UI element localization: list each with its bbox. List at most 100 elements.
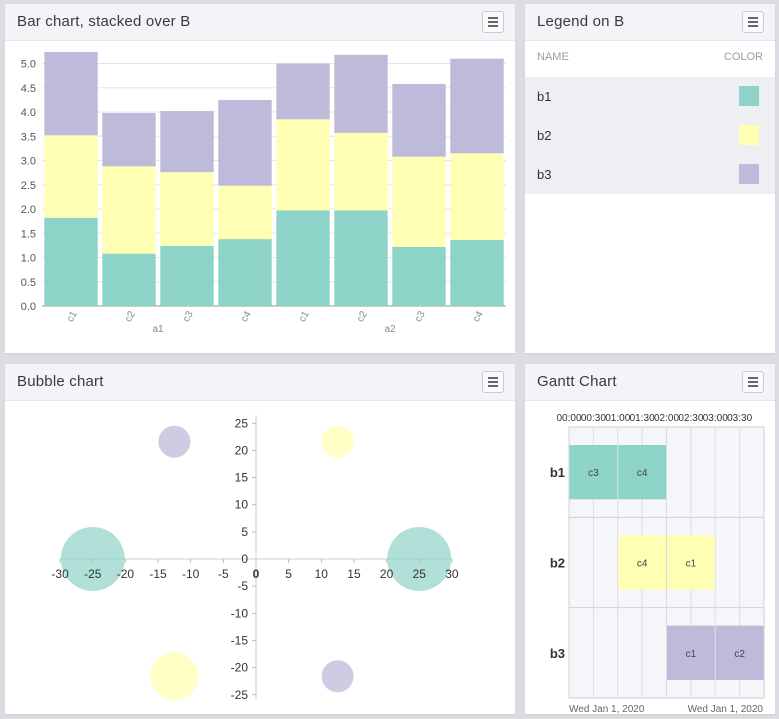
- bubble-x-tick-label: 25: [413, 567, 427, 581]
- bar-y-tick-label: 3.5: [21, 131, 36, 143]
- bubble-chart-body: -30 -25 -20 -15 -10 -5 0 5 10 15 20 25 30 25 20 15 10 5 0-…: [5, 401, 515, 714]
- bubble-y-tick-label: 25: [235, 416, 249, 430]
- bubble-x-tick-label: 0: [253, 567, 260, 581]
- bubble-x-tick-label: -10: [182, 567, 200, 581]
- legend-swatch: [739, 125, 759, 145]
- bar-x-tick-label: c3: [181, 309, 196, 324]
- legend-swatch: [739, 164, 759, 184]
- bar-y-tick-label: 4.0: [21, 107, 36, 119]
- bar-segment-b3: [218, 99, 272, 186]
- bar-y-tick-label: 3.0: [21, 156, 36, 168]
- bubble-x-tick-label: -25: [84, 567, 102, 581]
- legend-header: Legend on B: [525, 4, 775, 41]
- gantt-row-label: b2: [550, 556, 565, 571]
- bubble-y-tick-label: -20: [231, 661, 249, 675]
- bar-segment-b1: [334, 210, 388, 306]
- bubble-chart-title: Bubble chart: [17, 373, 104, 390]
- bar-y-tick-label: 1.0: [21, 253, 36, 265]
- bar-x-tick-label: c4: [471, 309, 486, 324]
- legend-menu-icon[interactable]: [742, 11, 764, 33]
- bar-segment-b3: [450, 58, 504, 154]
- legend-swatch: [739, 86, 759, 106]
- bar-segment-b1: [160, 245, 214, 306]
- gantt-task-label: c1: [686, 649, 697, 660]
- bubble-chart-panel: Bubble chart -30 -25 -20 -15 -10 -5 0 5 10 15 20 25…: [5, 364, 515, 714]
- gantt-task-label: c3: [588, 468, 599, 479]
- gantt-date-label: Wed Jan 1, 2020: [688, 704, 764, 714]
- bar-y-tick-label: 0.0: [21, 301, 36, 313]
- gantt-time-tick-label: 01:00: [605, 413, 630, 424]
- bubble-point-b2: [150, 652, 199, 701]
- bar-x-tick-label: c4: [239, 309, 254, 324]
- bar-segment-b3: [276, 63, 330, 120]
- legend-item-label: b3: [537, 167, 552, 182]
- bubble-x-tick-label: 20: [380, 567, 394, 581]
- bar-segment-b1: [44, 217, 98, 306]
- bar-chart-menu-icon[interactable]: [482, 11, 504, 33]
- bar-segment-b2: [334, 132, 388, 211]
- bar-chart: 0.0 0.5 1.0 1.5 2.0 2.5 3.0 3.5 4.0 4.5 5.0 c1 c2 c3 c…: [21, 51, 506, 335]
- bar-segment-b2: [102, 166, 156, 254]
- bar-segment-b2: [218, 185, 272, 240]
- legend-column-headers: NAME COLOR: [525, 51, 775, 71]
- bar-segment-b2: [160, 172, 214, 246]
- bubble-y-tick-label: 5: [241, 525, 248, 539]
- legend-item-label: b2: [537, 128, 552, 143]
- bubble-x-tick-label: 10: [315, 567, 329, 581]
- gantt-chart-menu-icon[interactable]: [742, 371, 764, 393]
- bubble-y-tick-label: 10: [235, 498, 249, 512]
- bar-segment-b3: [392, 83, 446, 157]
- bar-segment-b1: [392, 246, 446, 306]
- bar-segment-b2: [392, 156, 446, 247]
- bar-segment-b3: [160, 111, 214, 173]
- gantt-time-tick-label: 02:30: [678, 413, 703, 424]
- gantt-row-label: b3: [550, 646, 565, 661]
- gantt-chart-title: Gantt Chart: [537, 373, 617, 390]
- gantt-time-tick-label: 03:30: [727, 413, 752, 424]
- bubble-point-b3: [321, 660, 354, 693]
- bar-y-tick-label: 1.5: [21, 228, 36, 240]
- gantt-chart-panel: Gantt Chart 00:00 00:30 01:00 01:30 02:00 02:…: [525, 364, 775, 715]
- bar-y-tick-label: 4.5: [21, 83, 36, 95]
- legend-col-name: NAME: [537, 51, 569, 63]
- bubble-x-tick-label: 15: [347, 567, 361, 581]
- bar-y-tick-label: 5.0: [21, 59, 36, 71]
- gantt-chart-body: 00:00 00:30 01:00 01:30 02:00 02:30 03:00 03:30…: [525, 401, 775, 715]
- bubble-y-tick-label: 0: [241, 552, 248, 566]
- legend-item-b3[interactable]: b3: [525, 155, 775, 194]
- bar-segment-b1: [218, 239, 272, 306]
- gantt-time-tick-label: 00:00: [556, 413, 581, 424]
- gantt-task-label: c1: [686, 559, 697, 570]
- bar-segment-b3: [102, 113, 156, 167]
- bar-segment-b2: [450, 153, 504, 241]
- gantt-chart-header: Gantt Chart: [525, 364, 775, 401]
- bubble-y-tick-label: 20: [235, 443, 249, 457]
- bubble-x-tick-label: 5: [285, 567, 292, 581]
- bar-x-tick-label: c1: [297, 309, 312, 324]
- bubble-y-tick-label: 15: [235, 471, 249, 485]
- gantt-time-tick-label: 03:00: [703, 413, 728, 424]
- bar-x-tick-label: c2: [123, 309, 138, 324]
- bar-segment-b1: [276, 210, 330, 306]
- bubble-x-tick-label: -30: [51, 567, 69, 581]
- bar-group-label: a2: [384, 324, 396, 335]
- bubble-chart: -30 -25 -20 -15 -10 -5 0 5 10 15 20 25 302520151050-…: [51, 415, 459, 702]
- gantt-task-label: c4: [637, 559, 648, 570]
- bubble-chart-menu-icon[interactable]: [482, 371, 504, 393]
- legend-col-color: COLOR: [723, 51, 763, 63]
- gantt-task-label: c4: [637, 468, 648, 479]
- bar-segment-b3: [44, 51, 98, 136]
- bar-group-label: a1: [152, 324, 164, 335]
- bar-y-tick-label: 2.5: [21, 180, 36, 192]
- bubble-y-tick-label: -25: [231, 688, 249, 702]
- bar-segment-b2: [44, 135, 98, 218]
- legend-item-b1[interactable]: b1: [525, 77, 775, 116]
- bar-segment-b2: [276, 119, 330, 211]
- bar-chart-title: Bar chart, stacked over B: [17, 13, 191, 30]
- bar-y-tick-label: 0.5: [21, 277, 36, 289]
- bubble-point-b3: [158, 425, 191, 458]
- legend-item-b2[interactable]: b2: [525, 116, 775, 155]
- bar-segment-b1: [102, 253, 156, 306]
- bubble-x-tick-label: -15: [149, 567, 167, 581]
- bubble-y-tick-label: -15: [231, 633, 249, 647]
